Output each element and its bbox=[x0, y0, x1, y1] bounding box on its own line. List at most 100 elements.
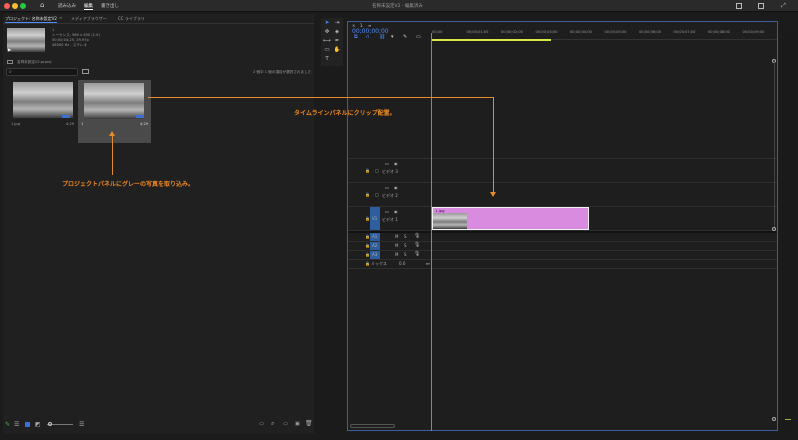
timeline-panel: × 1 ≡ 00;00;00;00 ⧉ ∩ ⛓ ▾ ✎ ▭ 00;00 00;00… bbox=[347, 21, 778, 431]
track-header-a3[interactable]: 🔒 A3 M S 🎙 bbox=[348, 251, 431, 259]
track-header-a1[interactable]: 🔒 A1 M S 🎙 bbox=[348, 233, 431, 241]
mic-icon[interactable]: 🎙 bbox=[414, 242, 420, 248]
sort-icon[interactable]: ☰ bbox=[79, 421, 84, 428]
mic-icon[interactable]: 🎙 bbox=[414, 233, 420, 239]
lock-icon[interactable]: 🔒 bbox=[365, 168, 370, 173]
sync-lock-icon[interactable]: ▭ bbox=[385, 161, 389, 166]
linked-selection-icon[interactable]: ⛓ bbox=[379, 34, 385, 40]
clip-thumbnail bbox=[433, 213, 467, 229]
sync-lock-icon[interactable]: ▭ bbox=[385, 185, 389, 190]
tab-media-browser[interactable]: メディアブラウザー bbox=[71, 16, 107, 22]
solo-button[interactable]: S bbox=[404, 243, 407, 248]
mic-icon[interactable]: 🎙 bbox=[414, 251, 420, 257]
minimize-window-button[interactable] bbox=[12, 3, 18, 9]
tab-export[interactable]: 書き出し bbox=[101, 3, 119, 9]
play-icon[interactable]: ▶ bbox=[8, 47, 11, 52]
annotation-line bbox=[112, 135, 113, 175]
track-name: ビデオ 2 bbox=[382, 193, 398, 198]
ruler-tick-label: 00;00;02;00 bbox=[501, 30, 523, 34]
work-area-bar[interactable] bbox=[431, 39, 551, 41]
audio-scroll-handle[interactable] bbox=[772, 417, 776, 421]
panel-layout-icon[interactable] bbox=[758, 3, 764, 9]
snap-icon[interactable]: ∩ bbox=[366, 34, 370, 40]
horizontal-scrollbar[interactable] bbox=[350, 424, 395, 428]
ruler-tick-label: 00;00;09;00 bbox=[742, 30, 765, 34]
go-to-end-icon[interactable]: ⏭ bbox=[426, 261, 430, 266]
sync-lock-icon[interactable]: ▭ bbox=[385, 209, 389, 214]
pen-tool[interactable]: ✒ bbox=[333, 38, 341, 45]
project-annotation: プロジェクトパネルにグレーの写真を取り込み。 bbox=[62, 181, 195, 188]
track-target-v3[interactable]: □ bbox=[375, 168, 379, 173]
vertical-scroll-handle-end[interactable] bbox=[772, 227, 776, 231]
fullscreen-icon[interactable]: ⤢ bbox=[781, 2, 786, 10]
video-scrollbar[interactable] bbox=[774, 62, 775, 227]
tab-edit[interactable]: 編集 bbox=[84, 3, 93, 10]
tab-import[interactable]: 読み込み bbox=[58, 3, 76, 9]
clip-v1[interactable]: 1.jpg bbox=[432, 207, 589, 230]
list-view-icon[interactable]: ☰ bbox=[14, 421, 19, 428]
preview-thumbnail[interactable] bbox=[7, 28, 45, 52]
track-target-v2[interactable]: □ bbox=[375, 192, 379, 197]
annotation-line bbox=[493, 97, 494, 194]
ruler-tick-label: 00;00;01;00 bbox=[466, 30, 489, 34]
solo-button[interactable]: S bbox=[404, 252, 407, 257]
share-icon[interactable] bbox=[736, 3, 742, 9]
folder-icon bbox=[7, 60, 13, 64]
annotation-line bbox=[148, 97, 493, 98]
tab-project[interactable]: プロジェクト: 名称未設定V2 bbox=[5, 16, 57, 23]
lock-icon[interactable]: 🔒 bbox=[365, 192, 370, 197]
captions-icon[interactable]: ▭ bbox=[416, 34, 421, 40]
home-icon[interactable]: ⌂ bbox=[40, 2, 44, 9]
icon-view-icon[interactable] bbox=[25, 422, 30, 427]
zoom-slider-handle[interactable] bbox=[48, 422, 52, 426]
selection-tool[interactable]: ➤ bbox=[323, 20, 331, 27]
tab-cc-libraries[interactable]: CC ライブラリ bbox=[118, 16, 145, 22]
item-badge bbox=[62, 115, 70, 118]
freeform-view-icon[interactable]: ◩ bbox=[35, 421, 41, 428]
item-name: 1 bbox=[81, 122, 84, 126]
add-marker-icon[interactable]: ▾ bbox=[391, 34, 394, 40]
track-header-a2[interactable]: 🔒 A2 M S 🎙 bbox=[348, 242, 431, 250]
track-header-v1[interactable]: 🔒 V1 ▭ ◉ ビデオ 1 bbox=[348, 207, 431, 230]
eye-icon[interactable]: ◉ bbox=[394, 161, 398, 166]
type-tool[interactable]: T bbox=[323, 56, 331, 63]
track-select-tool[interactable]: ⇥ bbox=[333, 20, 341, 27]
new-bin-icon[interactable]: ▭ bbox=[283, 421, 288, 427]
mix-track-header: 🔒 ミックス 0.0 ⏭ bbox=[348, 260, 431, 268]
panel-menu-icon[interactable]: ≡ bbox=[59, 15, 62, 20]
mute-button[interactable]: M bbox=[395, 243, 398, 248]
lock-icon[interactable]: 🔒 bbox=[365, 261, 370, 266]
find-icon[interactable]: ⌕ bbox=[271, 420, 274, 428]
zoom-window-button[interactable] bbox=[20, 3, 26, 9]
track-name: ビデオ 3 bbox=[382, 169, 398, 174]
mute-button[interactable]: M bbox=[395, 252, 398, 257]
item-name: 1.jpg bbox=[11, 122, 20, 126]
timeline-annotation: タイムラインパネルにクリップ配置。 bbox=[294, 110, 396, 117]
automate-icon[interactable]: ▭ bbox=[259, 421, 264, 427]
rectangle-tool[interactable]: ▭ bbox=[323, 47, 331, 54]
pencil-icon[interactable]: ✎ bbox=[5, 421, 10, 428]
settings-wrench-icon[interactable]: ✎ bbox=[403, 34, 407, 40]
eye-icon[interactable]: ◉ bbox=[394, 209, 398, 214]
slip-tool[interactable]: ⟷ bbox=[323, 38, 331, 45]
new-item-icon[interactable]: ▣ bbox=[295, 421, 300, 427]
close-window-button[interactable] bbox=[4, 3, 10, 9]
project-item-image[interactable]: 1.jpg 4;29 bbox=[9, 80, 76, 132]
ripple-edit-tool[interactable]: ✥ bbox=[323, 29, 331, 36]
hand-tool[interactable]: ✋ bbox=[333, 47, 341, 54]
eye-icon[interactable]: ◉ bbox=[394, 185, 398, 190]
preview-line2: 00;00;04;25, 29.97p bbox=[52, 38, 89, 42]
mix-value[interactable]: 0.0 bbox=[399, 261, 405, 266]
razor-tool[interactable]: ◈ bbox=[333, 29, 341, 36]
mute-button[interactable]: M bbox=[395, 234, 398, 239]
track-header-v2[interactable]: 🔒 □ ▭ ◉ ビデオ 2 bbox=[348, 183, 431, 206]
search-icon: ⌕ bbox=[9, 69, 12, 75]
project-file-name: 名称未設定V2.prproj bbox=[17, 60, 52, 64]
solo-button[interactable]: S bbox=[404, 234, 407, 239]
search-input[interactable]: ⌕ bbox=[6, 68, 78, 76]
playhead[interactable] bbox=[431, 33, 432, 431]
insert-sequence-icon[interactable]: ⧉ bbox=[354, 34, 358, 40]
new-bin-from-search-icon[interactable] bbox=[82, 69, 89, 74]
delete-icon[interactable]: 🗑 bbox=[305, 420, 313, 427]
track-header-v3[interactable]: 🔒 □ ▭ ◉ ビデオ 3 bbox=[348, 159, 431, 182]
